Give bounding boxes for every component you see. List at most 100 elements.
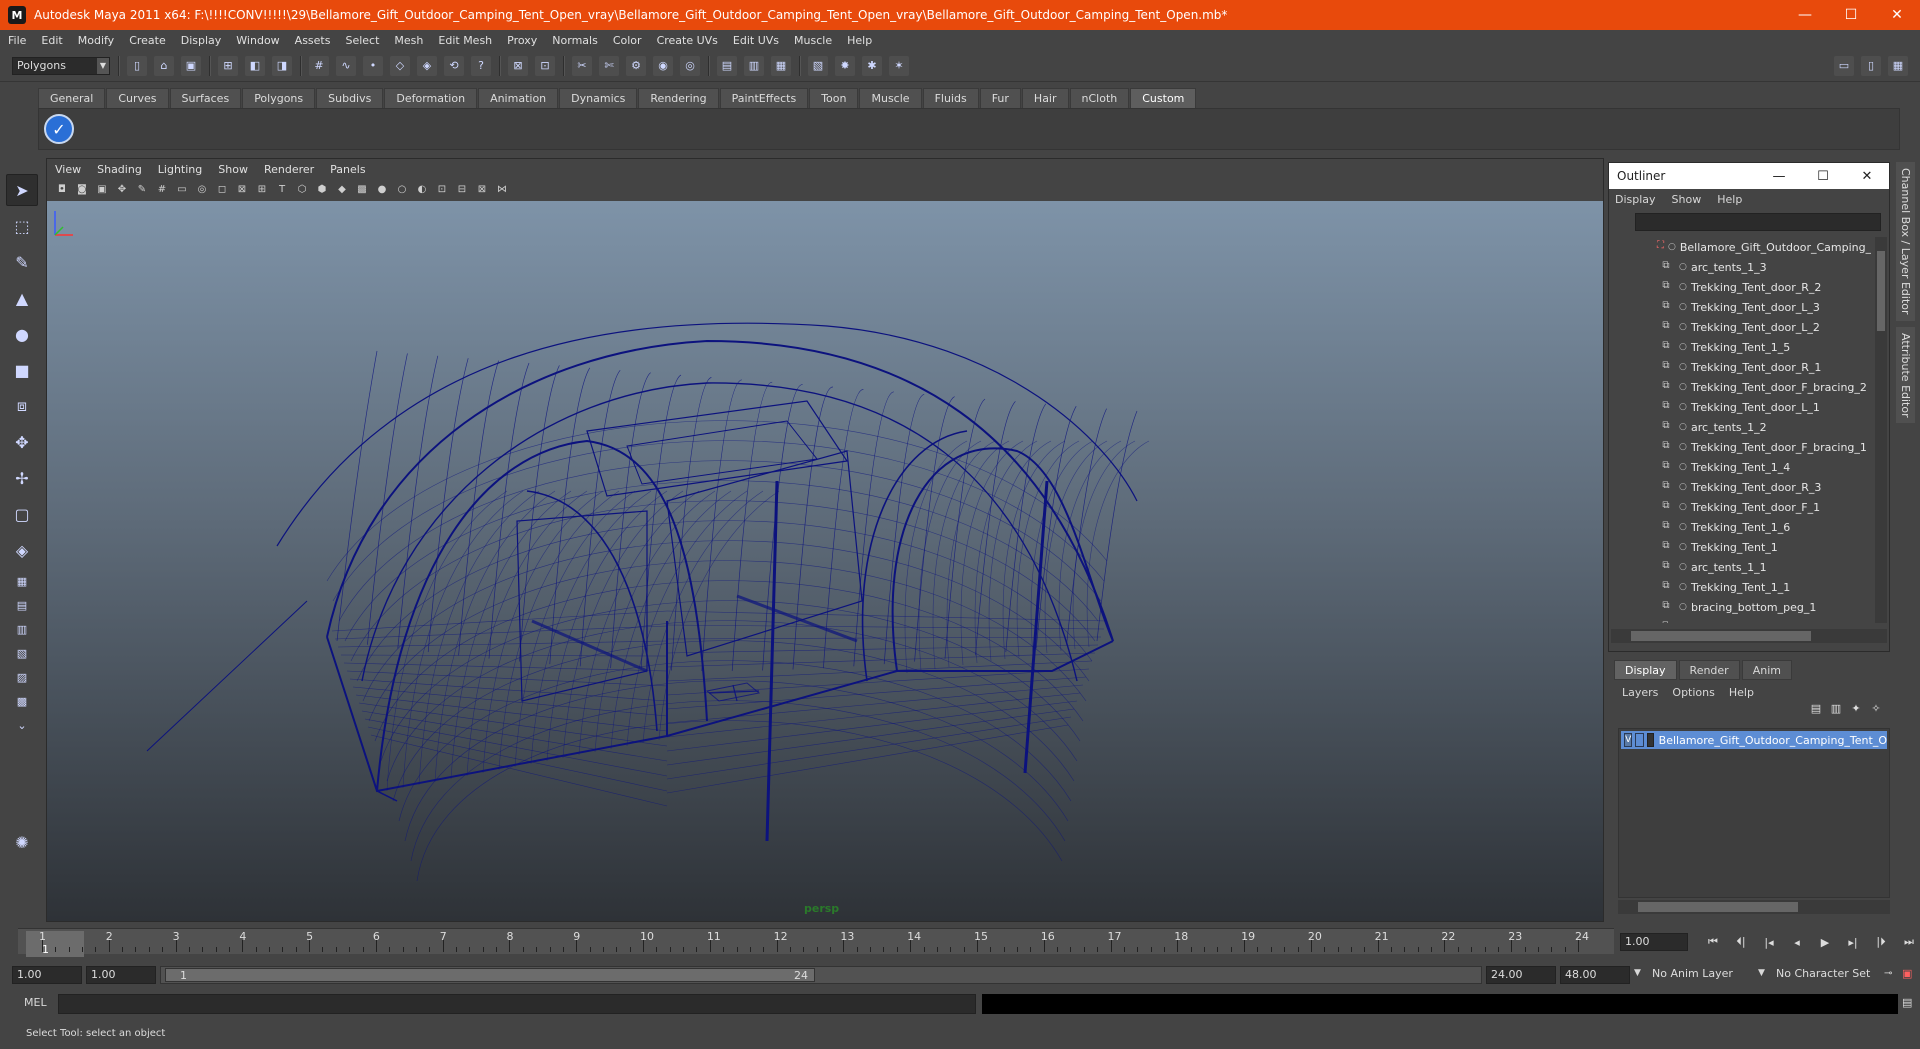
input-ops-icon[interactable]: ⊡ xyxy=(535,55,555,76)
field-chart-icon[interactable]: ⊠ xyxy=(235,182,249,196)
tab-dynamics[interactable]: Dynamics xyxy=(559,88,638,108)
viewport-menu-lighting[interactable]: Lighting xyxy=(158,163,202,176)
tab-toon[interactable]: Toon xyxy=(809,88,859,108)
menu-help[interactable]: Help xyxy=(847,34,872,47)
menu-set-select[interactable]: Polygons ▼ xyxy=(12,56,110,75)
viewport-menu-show[interactable]: Show xyxy=(218,163,248,176)
snap-grid-icon[interactable]: # xyxy=(309,55,329,76)
rotate-tool-icon[interactable]: ● xyxy=(6,318,38,350)
ipr-render-icon[interactable]: ✄ xyxy=(599,55,619,76)
playback-start-field[interactable]: 1.00 xyxy=(86,966,156,984)
outliner-item[interactable]: ⧉ ○ Trekking_Tent_door_F_1 xyxy=(1609,497,1871,517)
menu-edit-mesh[interactable]: Edit Mesh xyxy=(438,34,492,47)
camera-attributes-icon[interactable]: ◘ xyxy=(55,182,69,196)
select-tool-icon[interactable]: ➤ xyxy=(6,174,38,206)
move-layer-down-icon[interactable]: ▥ xyxy=(1826,702,1846,724)
share-icon[interactable]: ⋈ xyxy=(495,182,509,196)
layer-visibility-toggle[interactable]: V xyxy=(1624,733,1633,747)
grease-pencil-icon[interactable]: ✎ xyxy=(135,182,149,196)
clip-icon[interactable]: ▦ xyxy=(771,55,791,76)
scrollbar-thumb[interactable] xyxy=(1638,902,1798,912)
select-component-icon[interactable]: ◨ xyxy=(272,55,292,76)
menu-modify[interactable]: Modify xyxy=(78,34,114,47)
all-lights-icon[interactable]: ○ xyxy=(395,182,409,196)
render-frame-icon[interactable]: ✂ xyxy=(572,55,592,76)
outliner-item[interactable]: ⛶ ○Bellamore_Gift_Outdoor_Camping_Tent xyxy=(1609,237,1871,257)
tab-subdivs[interactable]: Subdivs xyxy=(316,88,384,108)
viewport-menu-renderer[interactable]: Renderer xyxy=(264,163,314,176)
viewport-menu-view[interactable]: View xyxy=(55,163,81,176)
scrollbar-thumb[interactable] xyxy=(1631,631,1811,641)
go-to-end-icon[interactable]: ⏭ xyxy=(1898,935,1920,949)
scale-tool-icon[interactable]: ■ xyxy=(6,354,38,386)
film-icon[interactable]: ▥ xyxy=(744,55,764,76)
new-empty-layer-icon[interactable]: ✦ xyxy=(1846,702,1866,724)
command-input[interactable] xyxy=(58,994,976,1014)
time-slider[interactable]: 1 1 2 3 4 5 6 7 8 9 10 11 12 13 14 15 16 17 18 19 20 21 22 23 2… xyxy=(12,926,1618,957)
hypershade-icon[interactable]: ◉ xyxy=(653,55,673,76)
soft-mod-tool-icon[interactable]: ✥ xyxy=(6,426,38,458)
text-overlay-icon[interactable]: T xyxy=(275,182,289,196)
quick-layout-hypershade-icon[interactable]: ▨ xyxy=(6,666,38,688)
tab-animation[interactable]: Animation xyxy=(478,88,559,108)
outliner-item[interactable]: ⧉ ○ bracing_bottom_peg_2 xyxy=(1609,617,1871,623)
paint-select-tool-icon[interactable]: ✎ xyxy=(6,246,38,278)
xray-icon[interactable]: ⊞ xyxy=(255,182,269,196)
attribute-editor-tab[interactable]: Attribute Editor xyxy=(1896,326,1915,424)
select-hierarchy-icon[interactable]: ⊞ xyxy=(218,55,238,76)
outliner-item[interactable]: ⧉ ○ Trekking_Tent_door_L_1 xyxy=(1609,397,1871,417)
play-forwards-icon[interactable]: ▶ xyxy=(1814,936,1836,949)
outliner-close-button[interactable]: ✕ xyxy=(1845,169,1889,184)
outliner-item[interactable]: ⧉ ○ Trekking_Tent_1_5 xyxy=(1609,337,1871,357)
tab-custom[interactable]: Custom xyxy=(1130,88,1197,108)
wireframe-icon[interactable]: ⬡ xyxy=(295,182,309,196)
outliner-item[interactable]: ⧉ ○ Trekking_Tent_1 xyxy=(1609,537,1871,557)
outliner-maximize-button[interactable]: ☐ xyxy=(1801,169,1845,184)
minimize-button[interactable]: — xyxy=(1782,0,1828,30)
last-tool-icon[interactable]: ▢ xyxy=(6,498,38,530)
checkmark-shelf-icon[interactable]: ✓ xyxy=(44,114,74,144)
tab-muscle[interactable]: Muscle xyxy=(859,88,922,108)
range-slider-handle[interactable]: 1 24 xyxy=(165,968,815,982)
script-editor-icon[interactable]: ▤ xyxy=(1902,996,1912,1009)
maximize-button[interactable]: ☐ xyxy=(1828,0,1874,30)
layer-menu-layers[interactable]: Layers xyxy=(1622,686,1658,699)
menu-create[interactable]: Create xyxy=(129,34,166,47)
snap-curve-icon[interactable]: ∿ xyxy=(336,55,356,76)
step-forward-key-icon[interactable]: |⏵ xyxy=(1870,935,1892,949)
layer-color-swatch[interactable] xyxy=(1646,733,1654,747)
outliner-item[interactable]: ⧉ ○ arc_tents_1_2 xyxy=(1609,417,1871,437)
outliner-item[interactable]: ⧉ ○ Trekking_Tent_1_1 xyxy=(1609,577,1871,597)
menu-color[interactable]: Color xyxy=(613,34,642,47)
character-set-select[interactable]: No Character Set xyxy=(1772,966,1882,984)
select-object-icon[interactable]: ◧ xyxy=(245,55,265,76)
menu-muscle[interactable]: Muscle xyxy=(794,34,832,47)
tab-fur[interactable]: Fur xyxy=(979,88,1021,108)
layer-horizontal-scrollbar[interactable] xyxy=(1618,900,1890,914)
universal-manipulator-icon[interactable]: ⧈ xyxy=(6,390,38,422)
two-d-pan-icon[interactable]: ✥ xyxy=(115,182,129,196)
menu-create-uvs[interactable]: Create UVs xyxy=(657,34,718,47)
playback-end-field[interactable]: 24.00 xyxy=(1486,966,1556,984)
safe-action-icon[interactable]: ◻ xyxy=(215,182,229,196)
animation-start-field[interactable]: 1.00 xyxy=(12,966,82,984)
outliner-item[interactable]: ⧉ ○ arc_tents_1_3 xyxy=(1609,257,1871,277)
chevron-down-icon[interactable]: ▼ xyxy=(1758,968,1765,978)
outliner-item[interactable]: ⧉ ○ Trekking_Tent_door_R_1 xyxy=(1609,357,1871,377)
outliner-menu-show[interactable]: Show xyxy=(1672,193,1702,206)
menu-edit[interactable]: Edit xyxy=(41,34,62,47)
quick-layout-persp-icon[interactable]: ▤ xyxy=(6,594,38,616)
menu-window[interactable]: Window xyxy=(236,34,279,47)
anim-layer-select[interactable]: No Anim Layer xyxy=(1648,966,1760,984)
outliner-menu-help[interactable]: Help xyxy=(1717,193,1742,206)
layer-menu-help[interactable]: Help xyxy=(1729,686,1754,699)
scrollbar-thumb[interactable] xyxy=(1877,251,1885,331)
tab-deformation[interactable]: Deformation xyxy=(384,88,478,108)
outliner-vertical-scrollbar[interactable] xyxy=(1875,237,1887,623)
camera-icon[interactable]: ▤ xyxy=(717,55,737,76)
tab-anim-layers[interactable]: Anim xyxy=(1741,660,1792,680)
key-icon[interactable]: ⊸ xyxy=(1884,968,1892,979)
step-back-frame-icon[interactable]: |◂ xyxy=(1758,936,1780,949)
tab-general[interactable]: General xyxy=(38,88,106,108)
layout-mode-icon[interactable]: ✺ xyxy=(6,826,38,858)
